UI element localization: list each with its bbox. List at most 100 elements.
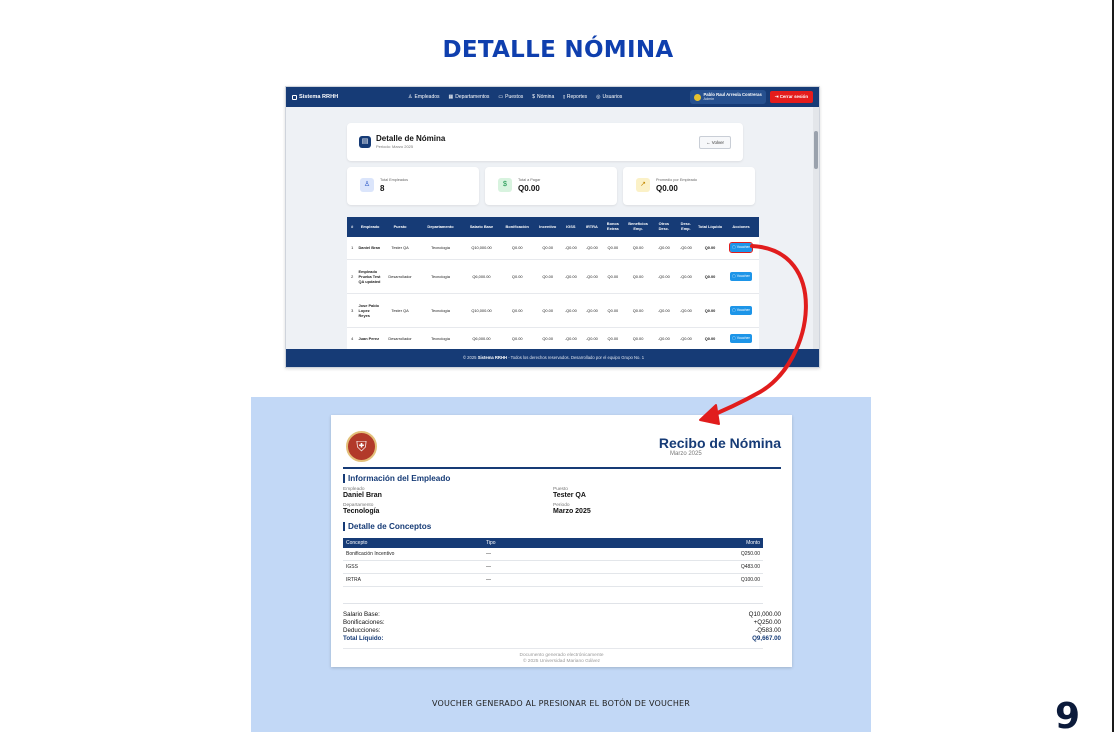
cell-department: Tecnología — [417, 259, 464, 294]
cell-position: Desarrollador — [382, 327, 418, 350]
voucher-button[interactable]: ▢ Voucher — [730, 271, 752, 281]
scrollbar[interactable] — [813, 107, 819, 351]
voucher-panel: ⛨ Recibo de Nómina Marzo 2025 Informació… — [251, 397, 871, 732]
university-seal-icon: ⛨ — [346, 431, 377, 462]
brand[interactable]: Sistema RRHH — [292, 94, 402, 100]
cell-other-deductions: -Q0.00 — [652, 327, 675, 350]
cell-department: Tecnología — [417, 237, 464, 260]
top-navbar: Sistema RRHH ♙ Empleados ▦ Departamentos ▭… — [286, 87, 819, 107]
cell-number: 1 — [347, 237, 358, 260]
column-header[interactable]: # — [347, 217, 358, 237]
column-header[interactable]: Bonificación — [499, 217, 536, 237]
cell-employee-deductions: -Q0.00 — [674, 237, 697, 260]
back-button[interactable]: ← Volver — [699, 136, 731, 149]
table-row: 2 Empleado Prueba Test QA updated Desarr… — [347, 259, 759, 294]
column-header[interactable]: Empleado — [357, 217, 383, 237]
voucher-button[interactable]: ▢ Voucher — [730, 333, 752, 343]
cell-employee: Daniel Bran — [357, 237, 383, 260]
cell-net-total: Q0.00 — [696, 293, 724, 328]
menu-item-puestos[interactable]: ▭ Puestos — [498, 94, 523, 100]
users-icon: ♙ — [360, 178, 374, 192]
table-row: IGSS — Q483.00 — [343, 560, 763, 574]
menu-item-usuarios[interactable]: ◎ Usuarios — [596, 94, 622, 100]
cell-incentive: Q0.00 — [535, 259, 561, 294]
column-header[interactable]: IRTRA — [581, 217, 603, 237]
divider — [343, 603, 763, 604]
cell-department: Tecnología — [417, 327, 464, 350]
cell-bonus: Q0.00 — [499, 237, 536, 260]
cell-bonus: Q0.00 — [499, 293, 536, 328]
section-heading-concepts: Detalle de Conceptos — [343, 522, 431, 531]
column-header[interactable]: Puesto — [382, 217, 418, 237]
menu-label: Puestos — [505, 94, 524, 100]
user-chip[interactable]: Pablo Raul Arreola Contreras Admin — [689, 90, 766, 104]
cell-base-salary: Q6,000.00 — [463, 327, 500, 350]
column-header[interactable]: Bonos Extras — [602, 217, 624, 237]
page-header-card: ▤ Detalle de Nómina Periodo: Marzo 2025 … — [347, 123, 743, 161]
cell-benefits: Q0.00 — [623, 259, 653, 294]
cell-concept: IGSS — [343, 560, 483, 574]
column-header[interactable]: Incentivo — [535, 217, 561, 237]
scrollbar-thumb[interactable] — [814, 131, 818, 169]
cell-benefits: Q0.00 — [623, 327, 653, 350]
menu-item-reportes[interactable]: ⫾ Reportes — [563, 94, 587, 100]
cell-benefits: Q0.00 — [623, 237, 653, 260]
voucher-label: Voucher — [736, 335, 750, 340]
footer-text: - Todos los derechos reservados. Desarro… — [508, 355, 645, 360]
cell-incentive: Q0.00 — [535, 237, 561, 260]
divider — [343, 467, 781, 469]
summary-label: Salario Base: — [343, 611, 380, 618]
cell-employee-deductions: -Q0.00 — [674, 327, 697, 350]
avatar — [693, 93, 701, 101]
menu-item-departamentos[interactable]: ▦ Departamentos — [449, 94, 490, 100]
cell-extra-bonus: Q0.00 — [602, 293, 624, 328]
summary-value: -Q583.00 — [755, 627, 781, 634]
cell-type: — — [483, 548, 653, 561]
table-header-row: Concepto Tipo Monto — [343, 538, 763, 548]
menu-item-nomina[interactable]: $ Nómina — [532, 94, 554, 100]
column-header[interactable]: Acciones — [723, 217, 759, 237]
column-header[interactable]: Salario Base — [463, 217, 500, 237]
cell-extra-bonus: Q0.00 — [602, 237, 624, 260]
cell-net-total: Q0.00 — [696, 259, 724, 294]
dollar-icon: $ — [532, 94, 536, 100]
app-footer: © 2025 Sistema RRHH - Todos los derechos… — [286, 349, 819, 367]
column-header[interactable]: Total Líquido — [696, 217, 724, 237]
cell-position: Desarrollador — [382, 259, 418, 294]
column-header[interactable]: Departamento — [417, 217, 464, 237]
table-row: Bonificación Incentivo — Q250.00 — [343, 548, 763, 561]
logout-button[interactable]: ⇥ Cerrar sesión — [769, 91, 813, 103]
cell-amount: Q483.00 — [653, 560, 763, 574]
cell-employee-deductions: -Q0.00 — [674, 259, 697, 294]
page-title: Detalle de Nómina — [376, 134, 446, 143]
cell-base-salary: Q10,000.00 — [463, 237, 500, 260]
column-header[interactable]: Desc. Emp. — [674, 217, 697, 237]
cell-number: 4 — [347, 327, 358, 350]
voucher-button[interactable]: ▢ Voucher — [729, 242, 753, 254]
cell-incentive: Q0.00 — [535, 293, 561, 328]
column-header[interactable]: IGSS — [560, 217, 582, 237]
cell-position: Tester QA — [382, 237, 418, 260]
column-header: Concepto — [343, 538, 483, 548]
cell-base-salary: Q6,000.00 — [463, 259, 500, 294]
field-period: Marzo 2025 — [553, 508, 591, 515]
panel-caption: VOUCHER GENERADO AL PRESIONAR EL BOTÓN D… — [431, 699, 691, 708]
cell-other-deductions: -Q0.00 — [652, 259, 675, 294]
cell-number: 3 — [347, 293, 358, 328]
menu-label: Departamentos — [455, 94, 490, 100]
cell-type: — — [483, 560, 653, 574]
column-header: Monto — [653, 538, 763, 548]
cell-department: Tecnología — [417, 293, 464, 328]
voucher-document: ⛨ Recibo de Nómina Marzo 2025 Informació… — [331, 415, 792, 667]
voucher-title: Recibo de Nómina — [658, 435, 781, 451]
menu-label: Usuarios — [602, 94, 623, 100]
cell-extra-bonus: Q0.00 — [602, 327, 624, 350]
voucher-button[interactable]: ▢ Voucher — [730, 305, 752, 315]
column-header[interactable]: Beneficios Emp. — [623, 217, 653, 237]
cell-position: Tester QA — [382, 293, 418, 328]
menu-label: Empleados — [414, 94, 440, 100]
cell-other-deductions: -Q0.00 — [652, 237, 675, 260]
menu-item-empleados[interactable]: ♙ Empleados — [408, 94, 440, 100]
field-department: Tecnología — [343, 508, 380, 515]
column-header[interactable]: Otros Desc. — [652, 217, 675, 237]
